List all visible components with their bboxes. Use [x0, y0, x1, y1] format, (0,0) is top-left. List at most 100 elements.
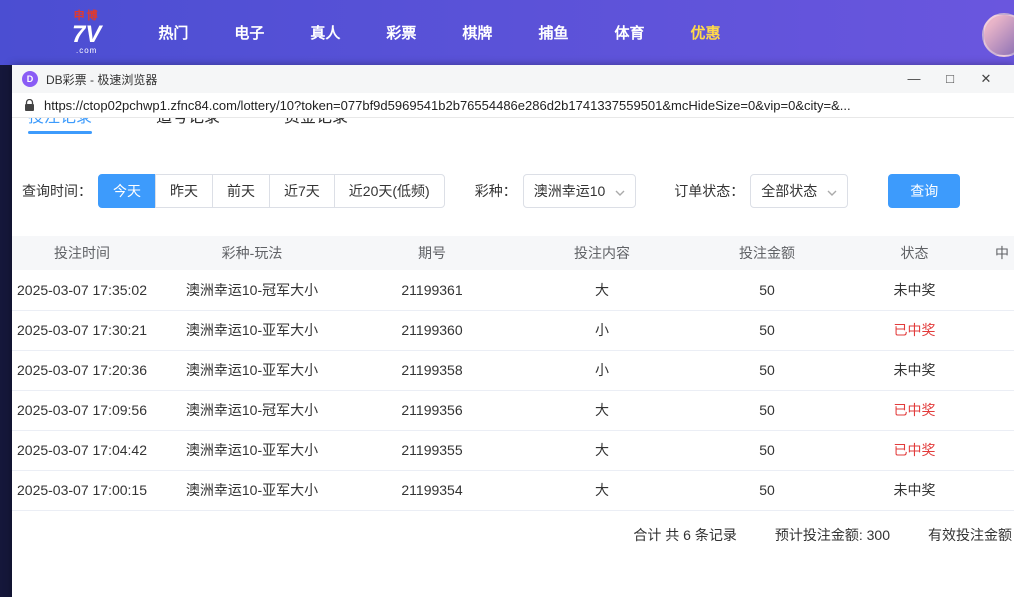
table-summary: 合计 共 6 条记录 预计投注金额: 300 有效投注金额	[12, 525, 1014, 545]
nav-item-fishing[interactable]: 捕鱼	[515, 22, 591, 43]
logo-badge: 申博	[74, 11, 100, 22]
table-row: 2025-03-07 17:20:36 澳洲幸运10-亚军大小 21199358…	[12, 350, 1014, 390]
cell-status: 未中奖	[842, 270, 987, 310]
lock-icon	[24, 99, 35, 112]
header-content: 投注内容	[512, 236, 692, 270]
time-filter-label: 查询时间：	[22, 181, 92, 201]
tab-bet-records[interactable]: 投注记录	[28, 118, 92, 136]
nav-item-slots[interactable]: 电子	[211, 22, 287, 43]
summary-expected-amount: 预计投注金额: 300	[775, 525, 890, 545]
logo-name: 7V	[72, 23, 101, 47]
cell-status: 未中奖	[842, 470, 987, 510]
chevron-down-icon	[615, 183, 625, 199]
nav-item-live[interactable]: 真人	[287, 22, 363, 43]
cell-issue: 21199360	[352, 310, 512, 350]
cell-content: 大	[512, 270, 692, 310]
search-button[interactable]: 查询	[888, 174, 960, 208]
table-row: 2025-03-07 17:30:21 澳洲幸运10-亚军大小 21199360…	[12, 310, 1014, 350]
user-avatar[interactable]	[982, 13, 1014, 57]
time-option-yesterday[interactable]: 昨天	[155, 174, 213, 208]
cell-win-amount	[987, 310, 1014, 350]
cell-game: 澳洲幸运10-亚军大小	[152, 310, 352, 350]
page-content: 投注记录 追号记录 资金记录 查询时间： 今天 昨天 前天 近7天 近20天(低…	[12, 118, 1014, 597]
status-select[interactable]: 全部状态	[750, 174, 848, 208]
record-tabs: 投注记录 追号记录 资金记录	[12, 118, 1014, 136]
cell-issue: 21199354	[352, 470, 512, 510]
time-option-today[interactable]: 今天	[98, 174, 156, 208]
minimize-button[interactable]: —	[896, 65, 932, 93]
header-issue: 期号	[352, 236, 512, 270]
site-logo[interactable]: 申博 7V .com	[72, 11, 101, 55]
cell-win-amount	[987, 430, 1014, 470]
status-select-value: 全部状态	[761, 181, 817, 201]
table-row: 2025-03-07 17:09:56 澳洲幸运10-冠军大小 21199356…	[12, 390, 1014, 430]
main-nav: 热门 电子 真人 彩票 棋牌 捕鱼 体育 优惠	[135, 22, 743, 43]
window-titlebar[interactable]: D DB彩票 - 极速浏览器 — □ ✕	[12, 65, 1014, 93]
filter-bar: 查询时间： 今天 昨天 前天 近7天 近20天(低频) 彩种： 澳洲幸运10 订…	[12, 174, 1014, 208]
cell-time: 2025-03-07 17:20:36	[12, 350, 152, 390]
cell-game: 澳洲幸运10-亚军大小	[152, 430, 352, 470]
header-amount: 投注金额	[692, 236, 842, 270]
cell-status: 已中奖	[842, 310, 987, 350]
cell-amount: 50	[692, 350, 842, 390]
cell-win-amount	[987, 470, 1014, 510]
screen: 申博 7V .com 热门 电子 真人 彩票 棋牌 捕鱼 体育 优惠 D DB彩…	[0, 0, 1014, 597]
cell-issue: 21199361	[352, 270, 512, 310]
chevron-down-icon	[827, 183, 837, 199]
summary-total-records: 合计 共 6 条记录	[633, 525, 736, 545]
cell-status: 未中奖	[842, 350, 987, 390]
header-game: 彩种-玩法	[152, 236, 352, 270]
nav-item-cards[interactable]: 棋牌	[439, 22, 515, 43]
cell-game: 澳洲幸运10-冠军大小	[152, 390, 352, 430]
url-text[interactable]: https://ctop02pchwp1.zfnc84.com/lottery/…	[44, 98, 851, 113]
maximize-button[interactable]: □	[932, 65, 968, 93]
nav-item-sports[interactable]: 体育	[591, 22, 667, 43]
bet-records-table: 投注时间 彩种-玩法 期号 投注内容 投注金额 状态 中 2025-03-07 …	[12, 236, 1014, 511]
cell-win-amount	[987, 270, 1014, 310]
cell-content: 大	[512, 430, 692, 470]
cell-content: 小	[512, 350, 692, 390]
cell-status: 已中奖	[842, 430, 987, 470]
time-option-day-before[interactable]: 前天	[212, 174, 270, 208]
cell-issue: 21199356	[352, 390, 512, 430]
header-status: 状态	[842, 236, 987, 270]
logo-tld: .com	[76, 47, 97, 55]
site-header: 申博 7V .com 热门 电子 真人 彩票 棋牌 捕鱼 体育 优惠	[0, 0, 1014, 65]
cell-amount: 50	[692, 270, 842, 310]
window-title: DB彩票 - 极速浏览器	[46, 71, 157, 88]
header-win-amount: 中	[987, 236, 1014, 270]
time-filter-group: 今天 昨天 前天 近7天 近20天(低频)	[98, 174, 445, 208]
lottery-filter-label: 彩种：	[475, 181, 517, 201]
cell-issue: 21199358	[352, 350, 512, 390]
cell-content: 大	[512, 390, 692, 430]
cell-time: 2025-03-07 17:35:02	[12, 270, 152, 310]
cell-amount: 50	[692, 310, 842, 350]
tab-chase-records[interactable]: 追号记录	[156, 118, 220, 136]
time-option-20days[interactable]: 近20天(低频)	[334, 174, 445, 208]
table-row: 2025-03-07 17:04:42 澳洲幸运10-亚军大小 21199355…	[12, 430, 1014, 470]
cell-amount: 50	[692, 390, 842, 430]
header-bet-time: 投注时间	[12, 236, 152, 270]
nav-item-lottery[interactable]: 彩票	[363, 22, 439, 43]
nav-item-hot[interactable]: 热门	[135, 22, 211, 43]
status-filter-label: 订单状态：	[674, 181, 744, 201]
close-button[interactable]: ✕	[968, 65, 1004, 93]
time-option-7days[interactable]: 近7天	[269, 174, 335, 208]
cell-amount: 50	[692, 430, 842, 470]
cell-time: 2025-03-07 17:30:21	[12, 310, 152, 350]
table-row: 2025-03-07 17:35:02 澳洲幸运10-冠军大小 21199361…	[12, 270, 1014, 310]
lottery-select[interactable]: 澳洲幸运10	[523, 174, 637, 208]
cell-content: 大	[512, 470, 692, 510]
lottery-select-value: 澳洲幸运10	[534, 181, 606, 201]
table-header-row: 投注时间 彩种-玩法 期号 投注内容 投注金额 状态 中	[12, 236, 1014, 270]
cell-time: 2025-03-07 17:04:42	[12, 430, 152, 470]
cell-status: 已中奖	[842, 390, 987, 430]
address-bar[interactable]: https://ctop02pchwp1.zfnc84.com/lottery/…	[12, 93, 1014, 118]
app-icon: D	[22, 71, 38, 87]
window-controls: — □ ✕	[896, 65, 1004, 93]
cell-content: 小	[512, 310, 692, 350]
cell-win-amount	[987, 350, 1014, 390]
cell-win-amount	[987, 390, 1014, 430]
tab-fund-records[interactable]: 资金记录	[284, 118, 348, 136]
nav-item-promo[interactable]: 优惠	[667, 22, 743, 43]
